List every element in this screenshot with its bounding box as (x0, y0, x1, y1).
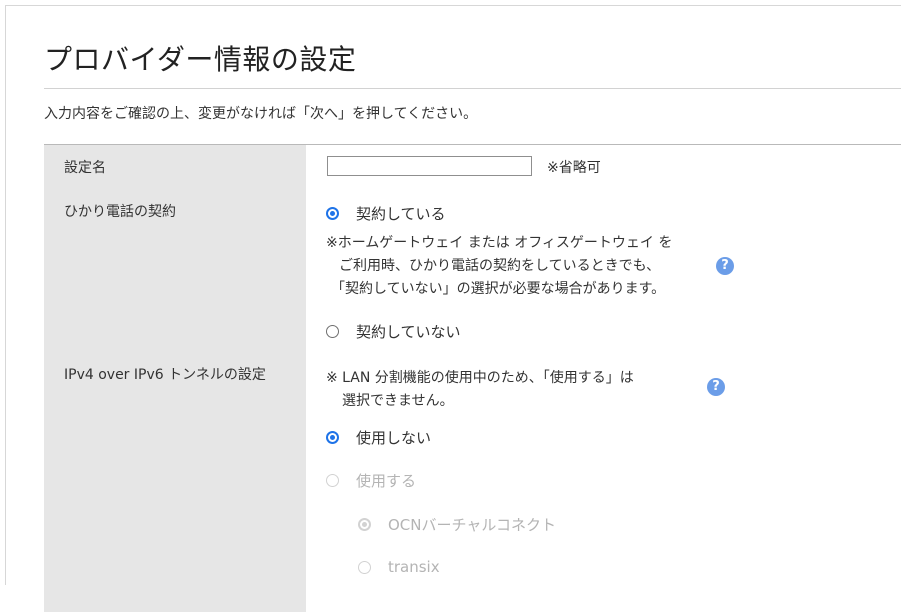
help-icon[interactable]: ? (707, 378, 725, 396)
page-title: プロバイダー情報の設定 (44, 43, 357, 76)
note-line: ※ LAN 分割機能の使用中のため、「使用する」は (326, 370, 634, 386)
ipv4-over-ipv6-value: ※ LAN 分割機能の使用中のため、「使用する」は 選択できません。 ? 使用し… (306, 352, 901, 612)
row-setting-name: 設定名 ※省略可 (44, 145, 901, 190)
option-not-contracted-label: 契約していない (356, 323, 461, 341)
optional-note: ※省略可 (547, 160, 601, 176)
option-not-contracted[interactable]: 契約していない (326, 321, 461, 342)
setting-name-value: ※省略可 (306, 145, 901, 189)
ipv4-over-ipv6-label: IPv4 over IPv6 トンネルの設定 (44, 352, 306, 612)
option-not-use[interactable]: 使用しない (326, 427, 431, 448)
setting-name-input[interactable] (327, 156, 532, 176)
radio-contracted[interactable] (326, 207, 339, 220)
row-hikari-contract: ひかり電話の契約 契約している ※ホームゲートウェイ または オフィスゲートウェ… (44, 189, 901, 353)
lan-split-note: ※ LAN 分割機能の使用中のため、「使用する」は 選択できません。 (326, 367, 634, 413)
sub-option-transix-label: transix (388, 558, 440, 576)
sub-option-ocn: OCNバーチャルコネクト (358, 514, 556, 535)
settings-table: 設定名 ※省略可 ひかり電話の契約 契約している ※ホームゲートウェイ または … (44, 144, 901, 612)
intro-text: 入力内容をご確認の上、変更がなければ「次へ」を押してください。 (44, 106, 478, 122)
hikari-contract-note: ※ホームゲートウェイ または オフィスゲートウェイ を ご利用時、ひかり電話の契… (326, 232, 672, 301)
sub-option-transix: transix (358, 558, 440, 576)
sub-option-ocn-label: OCNバーチャルコネクト (388, 516, 557, 534)
radio-not-contracted[interactable] (326, 325, 339, 338)
title-divider (44, 88, 901, 89)
radio-ocn (358, 518, 371, 531)
radio-transix (358, 560, 371, 574)
setting-name-label: 設定名 (44, 145, 306, 189)
note-line: ※ホームゲートウェイ または オフィスゲートウェイ を (326, 235, 673, 251)
option-not-use-label: 使用しない (356, 429, 432, 447)
option-contracted-label: 契約している (356, 205, 446, 223)
settings-panel: プロバイダー情報の設定 入力内容をご確認の上、変更がなければ「次へ」を押してくだ… (5, 5, 901, 612)
help-icon[interactable]: ? (716, 257, 734, 275)
row-ipv4-over-ipv6: IPv4 over IPv6 トンネルの設定 ※ LAN 分割機能の使用中のため… (44, 352, 901, 612)
note-line: ご利用時、ひかり電話の契約をしているときでも、 (339, 258, 661, 274)
note-line: 「契約していない」の選択が必要な場合があります。 (331, 281, 666, 297)
note-line: 選択できません。 (342, 393, 454, 409)
radio-use (326, 474, 339, 487)
option-contracted[interactable]: 契約している (326, 203, 446, 224)
option-use: 使用する (326, 470, 416, 491)
hikari-contract-label: ひかり電話の契約 (44, 189, 306, 352)
option-use-label: 使用する (356, 472, 417, 490)
radio-not-use[interactable] (326, 431, 339, 444)
hikari-contract-value: 契約している ※ホームゲートウェイ または オフィスゲートウェイ を ご利用時、… (306, 189, 901, 352)
